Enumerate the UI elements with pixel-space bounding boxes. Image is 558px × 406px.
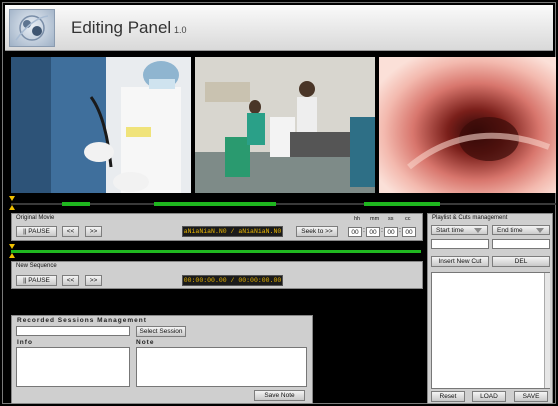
forward-button[interactable]: >> <box>85 275 102 286</box>
note-textarea[interactable] <box>136 347 307 387</box>
end-time-field[interactable] <box>492 239 550 249</box>
forward-button[interactable]: >> <box>85 226 102 237</box>
session-input[interactable] <box>16 326 130 336</box>
logo-icon <box>9 9 55 47</box>
note-label: Note <box>136 339 155 346</box>
original-movie-bar: Original Movie hh mm ss cc || PAUSE << >… <box>11 213 423 241</box>
time-separator: : <box>381 227 383 234</box>
reset-button[interactable]: Reset <box>431 391 465 402</box>
original-timecode: aNiaNiaN.N0 / aNiaNiaN.N0 <box>182 226 283 237</box>
header: Editing Panel 1.0 <box>5 5 553 51</box>
save-note-button[interactable]: Save Note <box>254 390 305 401</box>
hh-field[interactable]: 00 <box>348 227 362 237</box>
timeline-marker-icon[interactable] <box>9 196 15 201</box>
time-separator: : <box>363 227 365 234</box>
video-panel-3[interactable] <box>379 57 556 193</box>
recorded-sessions-panel: Recorded Sessions Management Select Sess… <box>11 315 313 404</box>
info-label: Info <box>17 339 33 346</box>
end-time-dropdown[interactable]: End time <box>492 225 550 235</box>
sessions-title: Recorded Sessions Management <box>17 317 147 324</box>
mm-label: mm <box>370 216 380 222</box>
original-movie-label: Original Movie <box>16 215 55 221</box>
cuts-list-scrollbar[interactable] <box>544 273 550 388</box>
timeline-marker-icon[interactable] <box>9 205 15 210</box>
cc-label: cc <box>405 216 411 222</box>
rewind-button[interactable]: << <box>62 275 79 286</box>
seek-button[interactable]: Seek to >> <box>296 226 338 237</box>
insert-new-cut-button[interactable]: Insert New Cut <box>431 256 489 267</box>
app-title: Editing Panel <box>71 18 172 37</box>
end-time-label: End time <box>497 226 523 234</box>
load-button[interactable]: LOAD <box>472 391 506 402</box>
cuts-list[interactable] <box>431 272 550 389</box>
start-time-field[interactable] <box>431 239 489 249</box>
dropdown-arrow-icon <box>474 228 482 233</box>
ss-field[interactable]: 00 <box>384 227 398 237</box>
new-sequence-label: New Sequence <box>16 263 57 269</box>
timeline-marker-icon[interactable] <box>9 253 15 258</box>
rewind-button[interactable]: << <box>62 226 79 237</box>
original-timeline-track[interactable] <box>11 203 556 205</box>
sequence-timecode: 00:00:00.00 / 00:00:00.00 <box>182 275 283 286</box>
video-panel-2[interactable] <box>195 57 375 193</box>
start-time-dropdown[interactable]: Start time <box>431 225 488 235</box>
time-separator: : <box>399 227 401 234</box>
video-panel-1[interactable] <box>11 57 191 193</box>
pause-button[interactable]: || PAUSE <box>16 226 57 237</box>
app-version: 1.0 <box>174 25 187 35</box>
timeline-cut-segment[interactable] <box>364 202 440 206</box>
new-sequence-bar: New Sequence || PAUSE << >> 00:00:00.00 … <box>11 261 423 289</box>
delete-button[interactable]: DEL <box>492 256 550 267</box>
pause-button[interactable]: || PAUSE <box>16 275 57 286</box>
sequence-timeline-track[interactable] <box>11 250 421 253</box>
timeline-marker-icon[interactable] <box>9 244 15 249</box>
mm-field[interactable]: 00 <box>366 227 380 237</box>
select-session-button[interactable]: Select Session <box>136 326 186 337</box>
info-textarea[interactable] <box>16 347 130 387</box>
cc-field[interactable]: 00 <box>402 227 416 237</box>
ss-label: ss <box>388 216 394 222</box>
dropdown-arrow-icon <box>536 228 544 233</box>
hh-label: hh <box>354 216 361 222</box>
save-button[interactable]: SAVE <box>514 391 548 402</box>
start-time-label: Start time <box>436 226 464 234</box>
timeline-cut-segment[interactable] <box>154 202 276 206</box>
playlist-panel: Playlist & Cuts management Start time En… <box>427 213 553 404</box>
playlist-title: Playlist & Cuts management <box>432 215 508 221</box>
timeline-cut-segment[interactable] <box>62 202 90 206</box>
